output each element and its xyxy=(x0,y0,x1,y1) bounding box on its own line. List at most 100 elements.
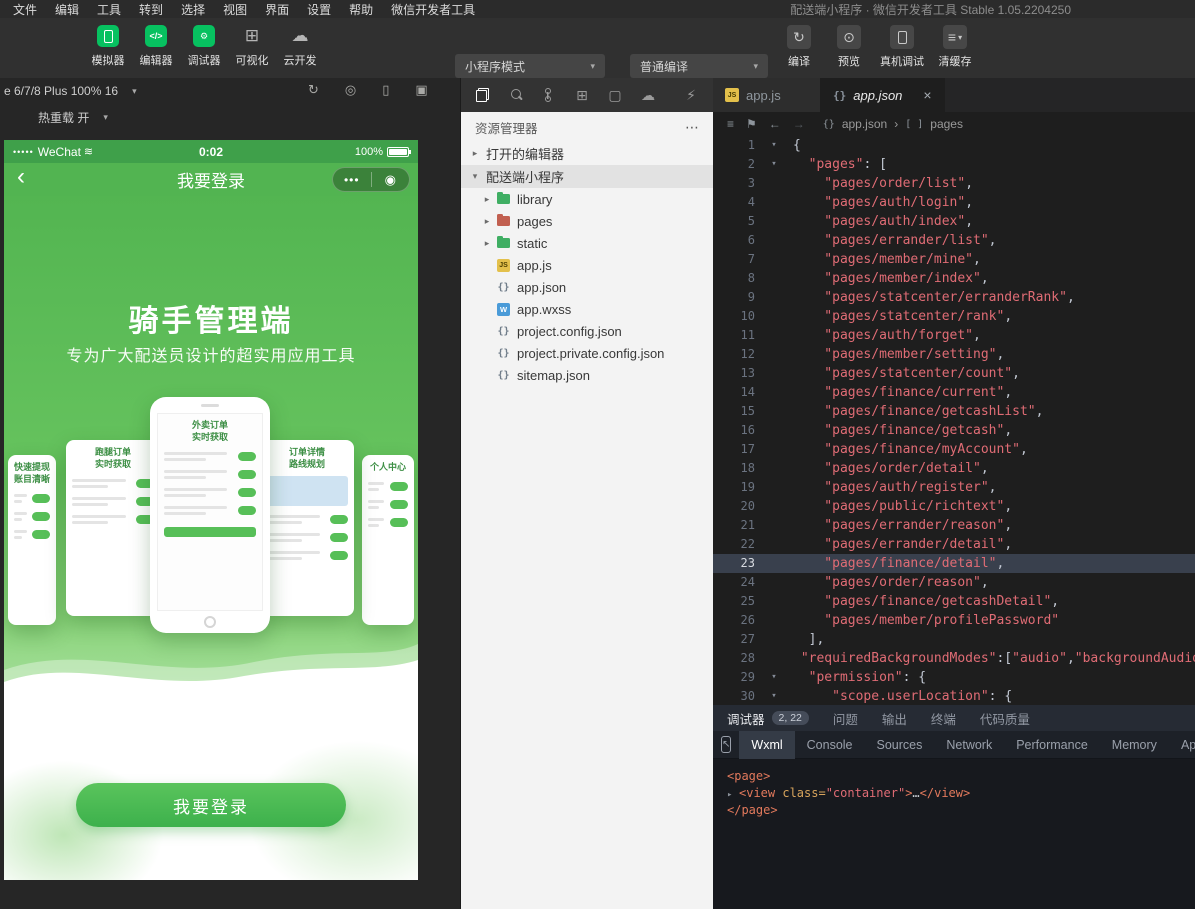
menu-item[interactable]: 转到 xyxy=(130,1,172,18)
menu-item[interactable]: 文件 xyxy=(4,1,46,18)
hot-reload-toggle[interactable]: 热重载 开 ▾ xyxy=(38,109,108,126)
close-tab-icon[interactable]: × xyxy=(923,87,931,103)
code-line[interactable]: 20 "pages/public/richtext", xyxy=(713,497,1195,516)
window-icon[interactable]: ▣ xyxy=(415,82,427,98)
cloud-icon[interactable]: ☁ xyxy=(640,87,656,103)
code-line[interactable]: 8 "pages/member/index", xyxy=(713,269,1195,288)
code-line[interactable]: 18 "pages/order/detail", xyxy=(713,459,1195,478)
code-line[interactable]: 4 "pages/auth/login", xyxy=(713,193,1195,212)
back-chevron-icon[interactable]: ‹ xyxy=(17,163,25,191)
more-dots-icon[interactable]: ••• xyxy=(333,175,371,185)
code-line[interactable]: 11 "pages/auth/forget", xyxy=(713,326,1195,345)
mode-select[interactable]: 小程序模式 ▾ xyxy=(455,54,605,78)
code-line[interactable]: 13 "pages/statcenter/count", xyxy=(713,364,1195,383)
inspect-element-icon[interactable]: ↖ xyxy=(721,736,731,753)
git-icon[interactable] xyxy=(541,87,557,103)
code-line[interactable]: 3 "pages/order/list", xyxy=(713,174,1195,193)
device-select[interactable]: e 6/7/8 Plus 100% 16 ▾ xyxy=(4,84,137,98)
code-line[interactable]: 6 "pages/errander/list", xyxy=(713,231,1195,250)
tree-item-pages[interactable]: ▸pages xyxy=(461,210,713,232)
clear-cache-button[interactable]: ≡▾清缓存 xyxy=(932,25,978,69)
tree-item-app.json[interactable]: {}app.json xyxy=(461,276,713,298)
panel-tab-output[interactable]: 输出 xyxy=(882,709,907,728)
code-line[interactable]: 10 "pages/statcenter/rank", xyxy=(713,307,1195,326)
devtools-tab-network[interactable]: Network xyxy=(934,731,1004,759)
device-debug-button[interactable]: 真机调试 xyxy=(876,25,928,69)
code-editor[interactable]: 1▾{2▾"pages": [3 "pages/order/list",4 "p… xyxy=(713,136,1195,705)
rotate-icon[interactable]: ↻ xyxy=(308,82,319,98)
bookmark-icon[interactable]: ⚑ xyxy=(746,117,757,131)
code-line[interactable]: 15 "pages/finance/getcashList", xyxy=(713,402,1195,421)
wxml-node[interactable]: ▸<view class="container">…</view> xyxy=(727,785,1195,802)
breadcrumb-file[interactable]: app.json xyxy=(842,117,887,131)
code-line[interactable]: 19 "pages/auth/register", xyxy=(713,478,1195,497)
code-line[interactable]: 27 ], xyxy=(713,630,1195,649)
tab-app-js[interactable]: JS app.js xyxy=(713,78,821,112)
code-line[interactable]: 1▾{ xyxy=(713,136,1195,155)
menu-item[interactable]: 设置 xyxy=(298,1,340,18)
compile-mode-select[interactable]: 普通编译 ▾ xyxy=(630,54,768,78)
menu-item[interactable]: 帮助 xyxy=(340,1,382,18)
code-line[interactable]: 14 "pages/finance/current", xyxy=(713,383,1195,402)
code-line[interactable]: 29▾"permission": { xyxy=(713,668,1195,687)
window-icon[interactable]: ▢ xyxy=(607,87,623,103)
login-button[interactable]: 我要登录 xyxy=(76,783,346,827)
plugin-icon[interactable]: ⚡ xyxy=(683,87,699,103)
code-line[interactable]: 12 "pages/member/setting", xyxy=(713,345,1195,364)
more-actions-icon[interactable]: ⋯ xyxy=(685,119,699,136)
outline-icon[interactable]: ≡ xyxy=(727,117,734,131)
code-line[interactable]: 26 "pages/member/profilePassword" xyxy=(713,611,1195,630)
devtools-tab-sources[interactable]: Sources xyxy=(865,731,935,759)
code-line[interactable]: 17 "pages/finance/myAccount", xyxy=(713,440,1195,459)
code-line[interactable]: 28 "requiredBackgroundModes":["audio","b… xyxy=(713,649,1195,668)
screenshot-icon[interactable]: ◎ xyxy=(345,82,356,98)
code-line[interactable]: 7 "pages/member/mine", xyxy=(713,250,1195,269)
wxml-node[interactable]: </page> xyxy=(727,802,1195,819)
code-line[interactable]: 22 "pages/errander/detail", xyxy=(713,535,1195,554)
menu-item[interactable]: 编辑 xyxy=(46,1,88,18)
code-line[interactable]: 9 "pages/statcenter/erranderRank", xyxy=(713,288,1195,307)
devtools-tab-memory[interactable]: Memory xyxy=(1100,731,1169,759)
tab-app-json[interactable]: {} app.json × xyxy=(821,78,945,112)
compile-button[interactable]: ↻编译 xyxy=(776,25,822,69)
project-root-section[interactable]: ▾ 配送端小程序 xyxy=(461,165,713,188)
editor-button[interactable]: </>编辑器 xyxy=(132,25,180,68)
capsule-menu[interactable]: ••• ◉ xyxy=(332,167,410,192)
wxml-node[interactable]: <page> xyxy=(727,768,1195,785)
devtools-tab-wxml[interactable]: Wxml xyxy=(739,731,794,759)
code-line[interactable]: 21 "pages/errander/reason", xyxy=(713,516,1195,535)
simulator-button[interactable]: 模拟器 xyxy=(84,25,132,68)
panel-tab-debugger[interactable]: 调试器2, 22 xyxy=(727,709,809,728)
menu-item[interactable]: 微信开发者工具 xyxy=(382,1,484,18)
devtools-tab-application[interactable]: Application xyxy=(1169,731,1195,759)
code-line[interactable]: 16 "pages/finance/getcash", xyxy=(713,421,1195,440)
tree-item-app.wxss[interactable]: Wapp.wxss xyxy=(461,298,713,320)
code-line[interactable]: 5 "pages/auth/index", xyxy=(713,212,1195,231)
device-frame-icon[interactable]: ▯ xyxy=(382,82,389,98)
code-line[interactable]: 30▾"scope.userLocation": { xyxy=(713,687,1195,705)
extensions-icon[interactable]: ⊞ xyxy=(574,87,590,103)
code-line[interactable]: 2▾"pages": [ xyxy=(713,155,1195,174)
debugger-button[interactable]: ⚙调试器 xyxy=(180,25,228,68)
tree-item-project.config.json[interactable]: {}project.config.json xyxy=(461,320,713,342)
menu-item[interactable]: 界面 xyxy=(256,1,298,18)
visualization-button[interactable]: ⊞可视化 xyxy=(228,25,276,68)
nav-back-icon[interactable]: ← xyxy=(769,117,781,131)
tree-item-app.js[interactable]: JSapp.js xyxy=(461,254,713,276)
files-icon[interactable] xyxy=(475,87,491,103)
breadcrumb-node[interactable]: pages xyxy=(930,117,963,131)
exit-target-icon[interactable]: ◉ xyxy=(372,172,410,188)
code-line[interactable]: 23 "pages/finance/detail", xyxy=(713,554,1195,573)
menu-item[interactable]: 工具 xyxy=(88,1,130,18)
tree-item-library[interactable]: ▸library xyxy=(461,188,713,210)
menu-item[interactable]: 选择 xyxy=(172,1,214,18)
preview-button[interactable]: ⊙预览 xyxy=(826,25,872,69)
panel-tab-problems[interactable]: 问题 xyxy=(833,709,858,728)
search-icon[interactable] xyxy=(508,87,524,103)
panel-tab-terminal[interactable]: 终端 xyxy=(931,709,956,728)
devtools-tab-console[interactable]: Console xyxy=(795,731,865,759)
tree-item-static[interactable]: ▸static xyxy=(461,232,713,254)
nav-forward-icon[interactable]: → xyxy=(793,117,805,131)
code-line[interactable]: 24 "pages/order/reason", xyxy=(713,573,1195,592)
devtools-tab-performance[interactable]: Performance xyxy=(1004,731,1100,759)
